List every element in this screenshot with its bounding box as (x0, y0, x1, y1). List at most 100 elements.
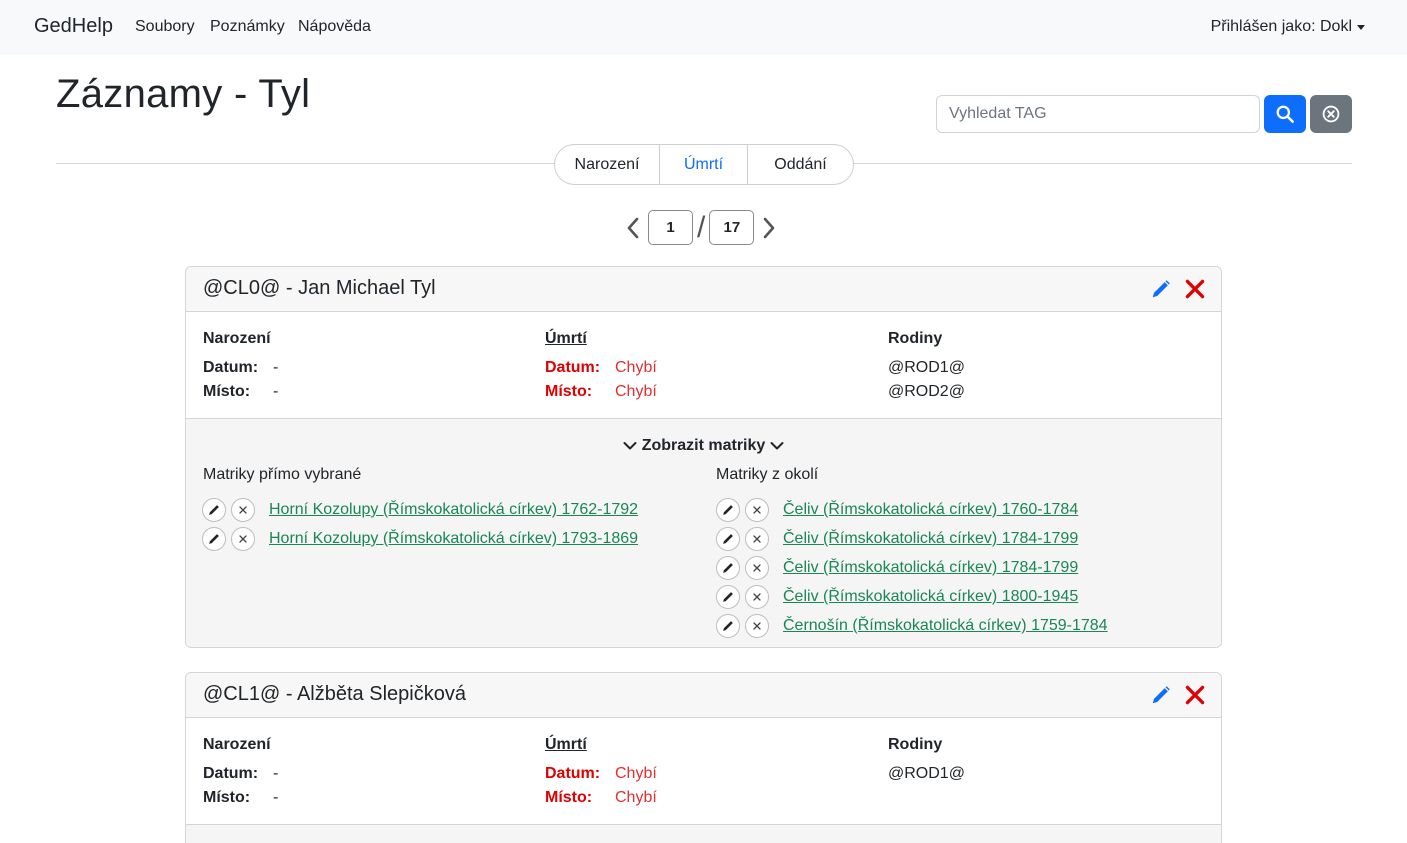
record-title: @CL0@ - Jan Michael Tyl (203, 277, 436, 299)
close-icon (753, 622, 761, 630)
register-link[interactable]: Horní Kozolupy (Římskokatolická církev) … (269, 501, 638, 519)
record-details: Narození Datum: - Místo: - Úmrtí Datum: … (186, 718, 1221, 825)
close-icon (753, 564, 761, 572)
close-icon (239, 506, 247, 514)
record-card-header: @CL0@ - Jan Michael Tyl (186, 267, 1221, 312)
register-link[interactable]: Čeliv (Římskokatolická církev) 1784-1799 (783, 530, 1078, 548)
remove-register-button[interactable] (745, 556, 769, 580)
edit-register-button[interactable] (716, 556, 740, 580)
remove-register-button[interactable] (231, 498, 255, 522)
caret-down-icon (1357, 25, 1365, 30)
remove-register-button[interactable] (745, 585, 769, 609)
pencil-icon[interactable] (1150, 684, 1172, 706)
remove-register-button[interactable] (745, 498, 769, 522)
pencil-icon (723, 592, 733, 602)
record-card-header: @CL1@ - Alžběta Slepičková (186, 673, 1221, 718)
death-place-value: Chybí (615, 383, 657, 400)
register-item: Černošín (Římskokatolická církev) 1759-1… (716, 614, 1108, 638)
remove-register-button[interactable] (231, 527, 255, 551)
register-link[interactable]: Horní Kozolupy (Římskokatolická církev) … (269, 530, 638, 548)
current-page-input[interactable]: 1 (648, 210, 693, 245)
pencil-icon[interactable] (1150, 278, 1172, 300)
registers-section (186, 825, 1221, 843)
close-icon (753, 535, 761, 543)
death-date-value: Chybí (615, 765, 657, 782)
family-tag: @ROD2@ (888, 383, 965, 400)
brand-logo[interactable]: GedHelp (34, 15, 113, 38)
close-icon (753, 506, 761, 514)
remove-register-button[interactable] (745, 614, 769, 638)
record-details: Narození Datum: - Místo: - Úmrtí Datum: … (186, 312, 1221, 419)
nav-link-napoveda[interactable]: Nápověda (298, 18, 371, 36)
tab-narozeni[interactable]: Narození (555, 145, 660, 184)
register-item: Čeliv (Římskokatolická církev) 1760-1784 (716, 498, 1078, 522)
register-item: Horní Kozolupy (Římskokatolická církev) … (202, 527, 638, 551)
edit-register-button[interactable] (716, 585, 740, 609)
death-heading: Úmrtí (545, 736, 587, 753)
edit-register-button[interactable] (202, 498, 226, 522)
user-menu-dropdown[interactable]: Přihlášen jako: Dokl (1211, 18, 1365, 36)
birth-heading: Narození (203, 736, 271, 753)
close-circle-icon (1322, 105, 1340, 123)
death-date-value: Chybí (615, 359, 657, 376)
death-place-label: Místo: (545, 383, 593, 400)
birth-date-value: - (273, 765, 279, 782)
pencil-icon (209, 534, 219, 544)
chevron-down-icon (770, 442, 784, 450)
record-type-tabs: Narození Úmrtí Oddání (554, 144, 854, 185)
pencil-icon (723, 621, 733, 631)
death-date-label: Datum: (545, 765, 601, 782)
tab-oddani[interactable]: Oddání (748, 145, 853, 184)
show-registers-toggle[interactable]: Zobrazit matriky (186, 437, 1221, 455)
nearby-registers-title: Matriky z okolí (716, 466, 819, 483)
death-date-label: Datum: (545, 359, 601, 376)
chevron-down-icon (623, 442, 637, 450)
user-menu-label: Přihlášen jako: Dokl (1210, 18, 1352, 35)
delete-x-icon[interactable] (1184, 684, 1206, 706)
navbar: GedHelp Soubory Poznámky Nápověda Přihlá… (0, 0, 1407, 55)
birth-date-label: Datum: (203, 359, 259, 376)
register-link[interactable]: Čeliv (Římskokatolická církev) 1784-1799 (783, 559, 1078, 577)
pencil-icon (723, 534, 733, 544)
record-card: @CL0@ - Jan Michael Tyl Narození Datum: … (185, 266, 1222, 648)
families-heading: Rodiny (888, 330, 943, 347)
family-tag: @ROD1@ (888, 359, 965, 376)
prev-page-button[interactable] (622, 210, 644, 245)
death-place-label: Místo: (545, 789, 593, 806)
remove-register-button[interactable] (745, 527, 769, 551)
birth-place-value: - (273, 789, 279, 806)
registers-section: Zobrazit matriky Matriky přímo vybrané M… (186, 419, 1221, 647)
edit-register-button[interactable] (716, 614, 740, 638)
register-link[interactable]: Čeliv (Římskokatolická církev) 1760-1784 (783, 501, 1078, 519)
total-pages: 17 (709, 210, 755, 245)
pencil-icon (723, 505, 733, 515)
birth-place-value: - (273, 383, 279, 400)
next-page-button[interactable] (758, 210, 780, 245)
death-heading: Úmrtí (545, 330, 587, 347)
search-icon (1276, 105, 1294, 123)
register-item: Čeliv (Římskokatolická církev) 1784-1799 (716, 527, 1078, 551)
delete-x-icon[interactable] (1184, 278, 1206, 300)
register-link[interactable]: Čeliv (Římskokatolická církev) 1800-1945 (783, 588, 1078, 606)
show-registers-label: Zobrazit matriky (641, 437, 766, 454)
nav-link-soubory[interactable]: Soubory (135, 18, 195, 36)
close-icon (753, 593, 761, 601)
nav-link-poznamky[interactable]: Poznámky (210, 18, 285, 36)
birth-place-label: Místo: (203, 789, 251, 806)
page-title: Záznamy - Tyl (56, 72, 311, 116)
search-input[interactable] (936, 95, 1260, 133)
register-item: Čeliv (Římskokatolická církev) 1800-1945 (716, 585, 1078, 609)
search-button[interactable] (1264, 95, 1306, 133)
page-separator: / (697, 211, 706, 244)
birth-date-value: - (273, 359, 279, 376)
tab-umrti[interactable]: Úmrtí (660, 145, 748, 184)
edit-register-button[interactable] (202, 527, 226, 551)
edit-register-button[interactable] (716, 498, 740, 522)
clear-search-button[interactable] (1310, 95, 1352, 133)
edit-register-button[interactable] (716, 527, 740, 551)
families-heading: Rodiny (888, 736, 943, 753)
death-place-value: Chybí (615, 789, 657, 806)
birth-heading: Narození (203, 330, 271, 347)
register-link[interactable]: Černošín (Římskokatolická církev) 1759-1… (783, 617, 1108, 635)
record-title: @CL1@ - Alžběta Slepičková (203, 683, 466, 705)
